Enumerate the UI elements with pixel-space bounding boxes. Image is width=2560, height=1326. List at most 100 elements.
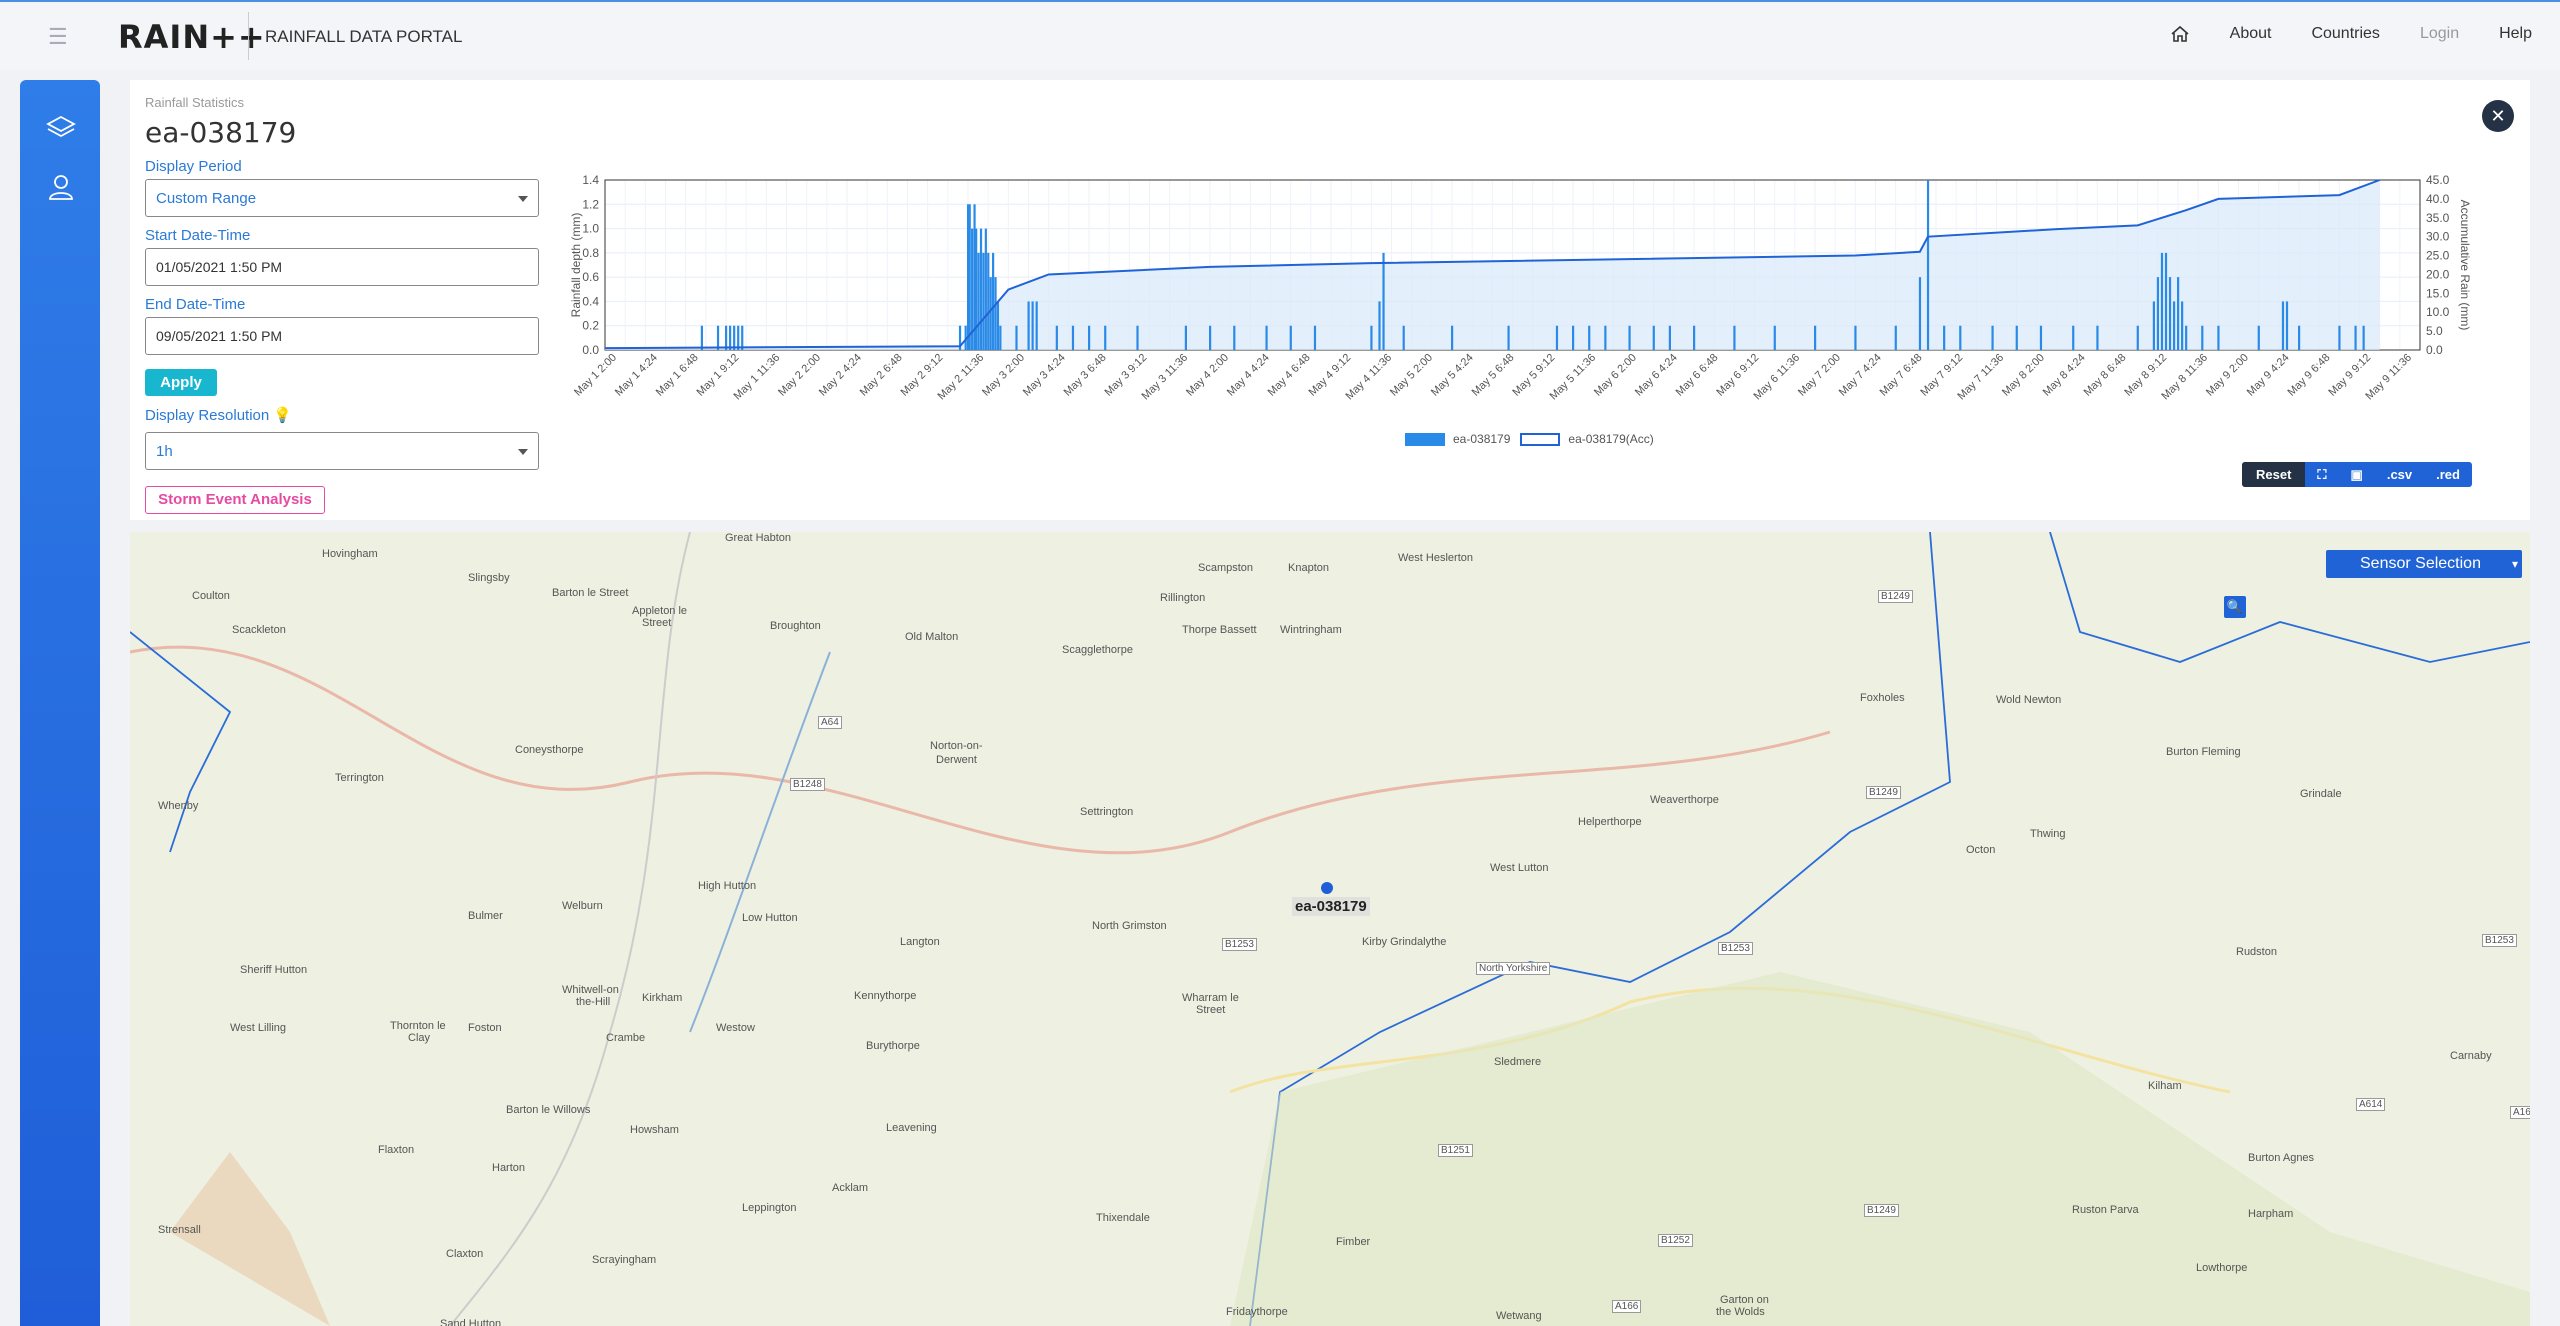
rain-bar [737,325,740,350]
rain-bar [1507,325,1510,350]
lightbulb-icon[interactable]: 💡 [273,407,292,424]
top-bar: ☰ RAIN++ RAINFALL DATA PORTAL About Coun… [0,0,2560,70]
y2-tick-label: 25.0 [2426,249,2450,263]
map-place-label: Burton Agnes [2248,1152,2315,1164]
rain-bar [2298,325,2301,350]
rain-bar [2096,325,2099,350]
map-place-label: Leppington [742,1202,797,1214]
nav-login[interactable]: Login [2420,25,2459,43]
end-datetime-input[interactable]: 09/05/2021 1:50 PM [145,317,539,355]
y2-tick-label: 30.0 [2426,230,2450,244]
reset-button[interactable]: Reset [2242,462,2306,487]
chevron-down-icon [518,196,528,202]
map-place-label: West Lutton [1490,862,1549,874]
x-tick-label: May 4 4:24 [1225,352,1272,399]
map-place-label: High Hutton [698,880,757,892]
storm-event-analysis-button[interactable]: Storm Event Analysis [145,486,325,514]
apply-button[interactable]: Apply [145,369,217,396]
map-place-label: Foxholes [1860,692,1905,704]
x-tick-label: May 6 2:00 [1592,352,1639,399]
nav-countries[interactable]: Countries [2311,25,2379,43]
display-resolution-select[interactable]: 1h [145,432,539,470]
csv-button[interactable]: .csv [2375,462,2424,487]
chart-legend: ea-038179 ea-038179(Acc) [1405,432,1654,447]
rain-bar [2015,325,2018,350]
rain-bar [2156,277,2160,350]
map-place-label: Strensall [158,1224,201,1236]
station-marker[interactable] [1321,882,1333,894]
y2-tick-label: 15.0 [2426,286,2450,300]
rain-bar [1071,325,1075,350]
y2-axis-title: Accumulative Rain (mm) [2458,200,2472,331]
rain-bar [999,325,1002,350]
legend-item-bars[interactable]: ea-038179 [1405,432,1511,447]
nav-help[interactable]: Help [2499,25,2532,43]
map-road-label: B1249 [1878,590,1913,603]
menu-icon[interactable]: ☰ [48,26,74,48]
rain-bar [1773,325,1776,350]
legend-item-acc[interactable]: ea-038179(Acc) [1520,432,1654,447]
start-datetime-input[interactable]: 01/05/2021 1:50 PM [145,248,539,286]
map-place-label: Sledmere [1494,1056,1542,1068]
map-place-label: West Heslerton [1398,552,1473,564]
red-button[interactable]: .red [2424,462,2472,487]
map-place-label: Grindale [2300,788,2342,800]
map-place-label: Scampston [1198,562,1254,574]
x-tick-label: May 8 4:24 [2041,352,2088,399]
user-icon[interactable] [46,172,76,202]
rain-bar [1572,325,1575,350]
rain-bar [1136,325,1139,350]
map[interactable]: Hovingham Slingsby Barton le Street Coulton… [130,532,2530,1326]
y2-tick-label: 10.0 [2426,305,2450,319]
map-road-label: B1253 [1718,942,1753,955]
map-place-label: Scagglethorpe [1062,644,1133,656]
rain-bar [1088,325,1091,350]
rain-bar [1588,325,1591,350]
map-place-label: Kirby Grindalythe [1362,936,1447,948]
x-tick-label: May 7 6:48 [1878,352,1925,399]
fullscreen-icon[interactable]: ⛶ [2305,462,2338,487]
layers-icon[interactable] [46,112,76,142]
rain-bar [1015,325,1018,350]
image-download-icon[interactable]: ▣ [2339,462,2375,487]
map-place-label: Foston [468,1022,502,1034]
rain-bar [2338,325,2341,350]
display-resolution-value: 1h [156,443,173,460]
chart-area: 0.0 0.2 0.4 0.6 0.8 1.0 1.2 1.4 0.0 5.0 10.0 15.0 20… [558,80,2530,520]
map-place-label: Fimber [1336,1236,1371,1248]
map-road-label: B1253 [1222,938,1257,951]
y2-tick-label: 45.0 [2426,173,2450,187]
rain-bar [2168,277,2172,350]
map-road-label: B1249 [1864,1204,1899,1217]
display-resolution-text: Display Resolution [145,407,270,424]
map-place-label: Wold Newton [1996,694,2062,706]
x-tick-label: May 5 2:00 [1388,352,1435,399]
home-icon[interactable] [2170,24,2190,44]
y2-tick-label: 0.0 [2426,343,2443,357]
map-place-label: Great Habton [725,532,792,544]
display-period-select[interactable]: Custom Range [145,179,539,217]
logo[interactable]: RAIN++ [118,18,266,56]
portal-title: RAINFALL DATA PORTAL [265,27,463,46]
logo-divider [248,12,249,60]
rain-bar [1035,301,1038,350]
station-marker-label: ea-038179 [1292,897,1370,916]
legend-bars-label: ea-038179 [1453,432,1511,446]
rain-bar [741,325,744,350]
rain-bar [729,325,732,350]
rainfall-chart[interactable]: 0.0 0.2 0.4 0.6 0.8 1.0 1.2 1.4 0.0 5.0 10.0 15.0 20… [558,80,2530,440]
y-tick-label: 0.6 [582,270,599,284]
rain-bar [2201,325,2204,350]
sensor-selection-button[interactable]: Sensor Selection ▾ [2326,550,2522,578]
nav-about[interactable]: About [2230,25,2272,43]
map-place-label: Sand Hutton [440,1318,502,1326]
y-tick-label: 1.2 [582,197,599,211]
display-period-label: Display Period [145,158,242,175]
rain-bar [1652,325,1655,350]
map-search-icon[interactable]: 🔍 [2224,596,2246,618]
x-tick-label: May 7 4:24 [1837,352,1884,399]
x-tick-label: May 8 2:00 [2000,352,2047,399]
x-tick-label: May 3 4:24 [1021,352,1068,399]
rain-bar [977,252,980,350]
rain-bar [2181,301,2184,350]
